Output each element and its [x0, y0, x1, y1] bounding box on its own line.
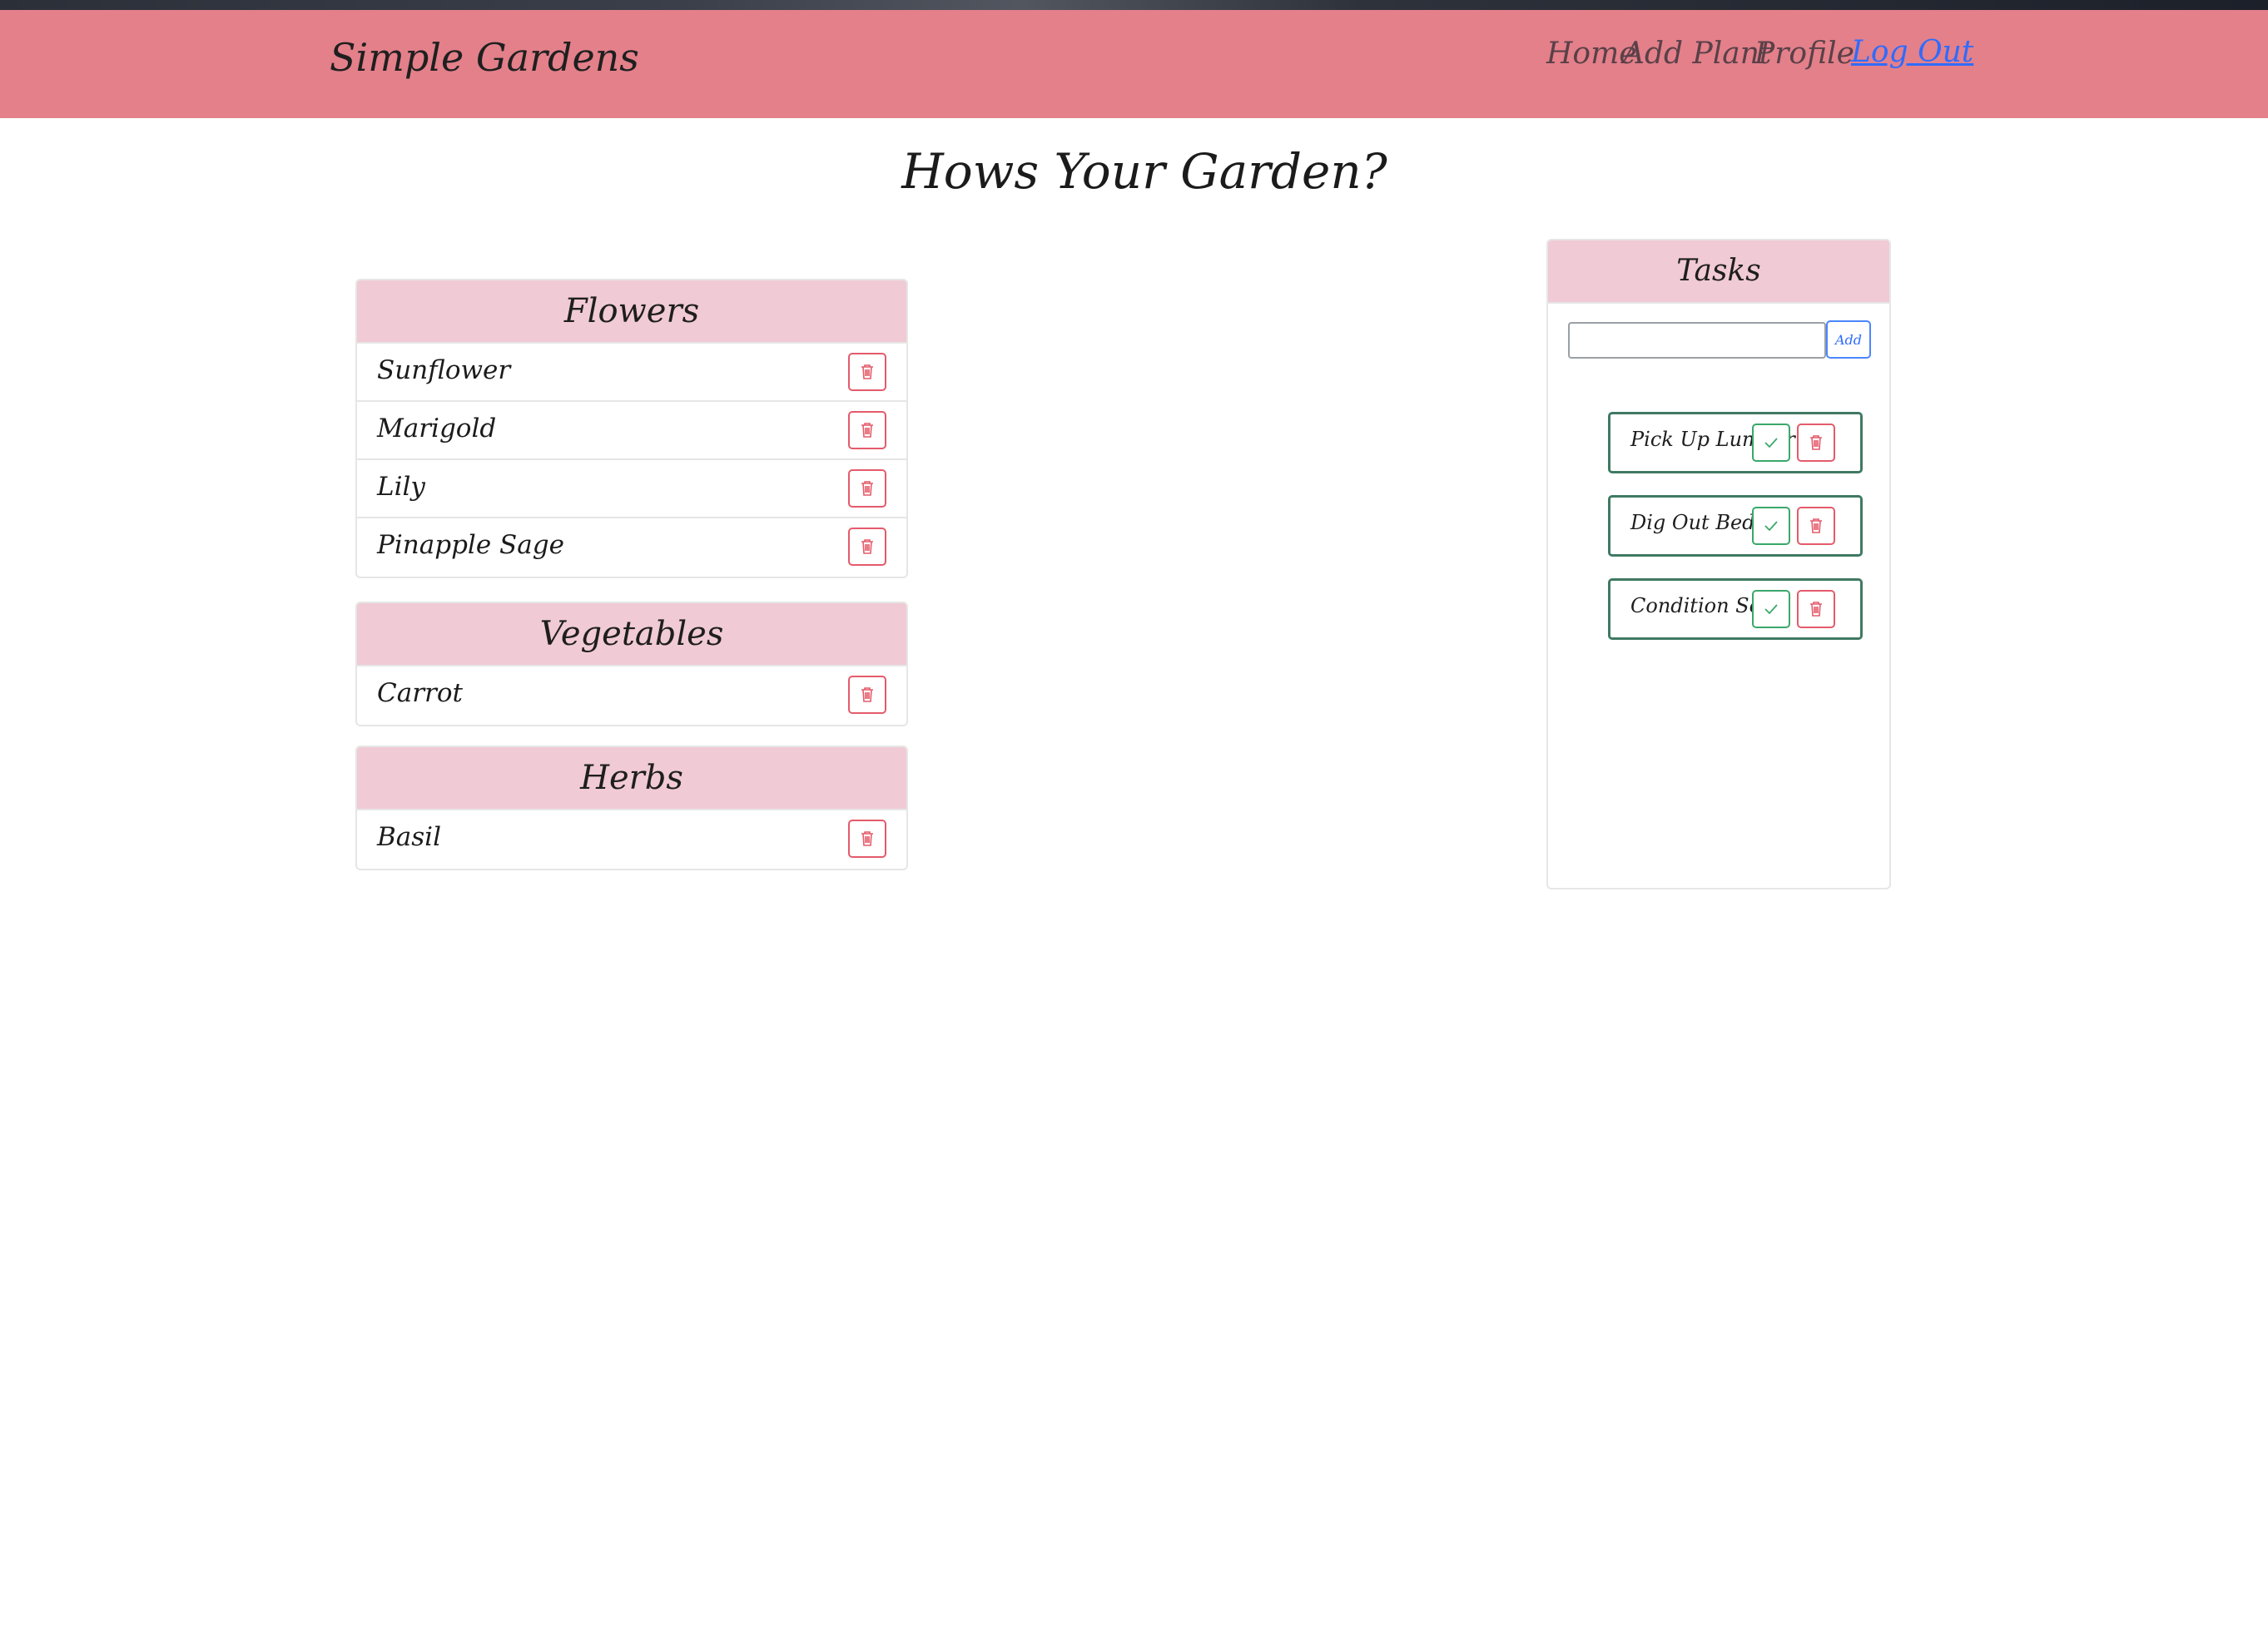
check-icon [1764, 438, 1778, 448]
category-card-flowers: Flowers Sunflower Marigold Lily Pinapple… [355, 279, 908, 578]
tasks-title: Tasks [1548, 240, 1889, 304]
delete-plant-button[interactable] [848, 353, 886, 391]
plant-row: Basil [357, 810, 906, 869]
complete-task-button[interactable] [1752, 590, 1790, 628]
plant-row: Carrot [357, 666, 906, 725]
trash-icon [1810, 435, 1822, 450]
task-item: Condition Soil [1608, 578, 1863, 640]
trash-icon [1810, 518, 1822, 533]
plant-row: Marigold [357, 402, 906, 460]
complete-task-button[interactable] [1752, 424, 1790, 462]
delete-plant-button[interactable] [848, 676, 886, 714]
plant-name: Basil [377, 822, 442, 852]
browser-top-strip [0, 0, 2268, 10]
delete-plant-button[interactable] [848, 820, 886, 858]
delete-plant-button[interactable] [848, 528, 886, 566]
plant-row: Pinapple Sage [357, 518, 906, 577]
delete-task-button[interactable] [1797, 424, 1835, 462]
page-title: Hows Your Garden? [901, 143, 1387, 200]
new-task-input[interactable] [1568, 322, 1826, 359]
plant-name: Pinapple Sage [377, 530, 564, 560]
trash-icon [861, 687, 873, 702]
delete-task-button[interactable] [1797, 507, 1835, 545]
tasks-panel: Tasks Add Pick Up Lumber Dig Out Bed Con… [1546, 239, 1891, 889]
trash-icon [861, 481, 873, 496]
plant-name: Lily [377, 472, 425, 502]
task-item: Pick Up Lumber [1608, 412, 1863, 473]
trash-icon [861, 423, 873, 438]
delete-plant-button[interactable] [848, 411, 886, 449]
trash-icon [861, 539, 873, 554]
navbar: Simple Gardens Home Add Plant Profile Lo… [0, 10, 2268, 118]
brand-logo[interactable]: Simple Gardens [330, 35, 639, 80]
add-task-button[interactable]: Add [1826, 320, 1871, 359]
category-card-herbs: Herbs Basil [355, 746, 908, 870]
delete-task-button[interactable] [1797, 590, 1835, 628]
nav-link-add-plant[interactable]: Add Plant [1623, 37, 1771, 71]
delete-plant-button[interactable] [848, 469, 886, 508]
plant-name: Carrot [377, 678, 463, 708]
complete-task-button[interactable] [1752, 507, 1790, 545]
plant-row: Lily [357, 460, 906, 518]
category-card-vegetables: Vegetables Carrot [355, 602, 908, 726]
category-title: Herbs [357, 747, 906, 810]
trash-icon [1810, 602, 1822, 617]
plant-name: Marigold [377, 414, 497, 443]
task-item: Dig Out Bed [1608, 495, 1863, 557]
category-title: Flowers [357, 280, 906, 344]
nav-link-log-out[interactable]: Log Out [1851, 35, 1973, 69]
trash-icon [861, 364, 873, 379]
check-icon [1764, 521, 1778, 532]
plant-name: Sunflower [377, 355, 511, 385]
trash-icon [861, 831, 873, 846]
task-label: Dig Out Bed [1630, 511, 1755, 534]
category-title: Vegetables [357, 603, 906, 666]
plant-row: Sunflower [357, 344, 906, 402]
nav-link-profile[interactable]: Profile [1754, 37, 1854, 71]
check-icon [1764, 604, 1778, 615]
